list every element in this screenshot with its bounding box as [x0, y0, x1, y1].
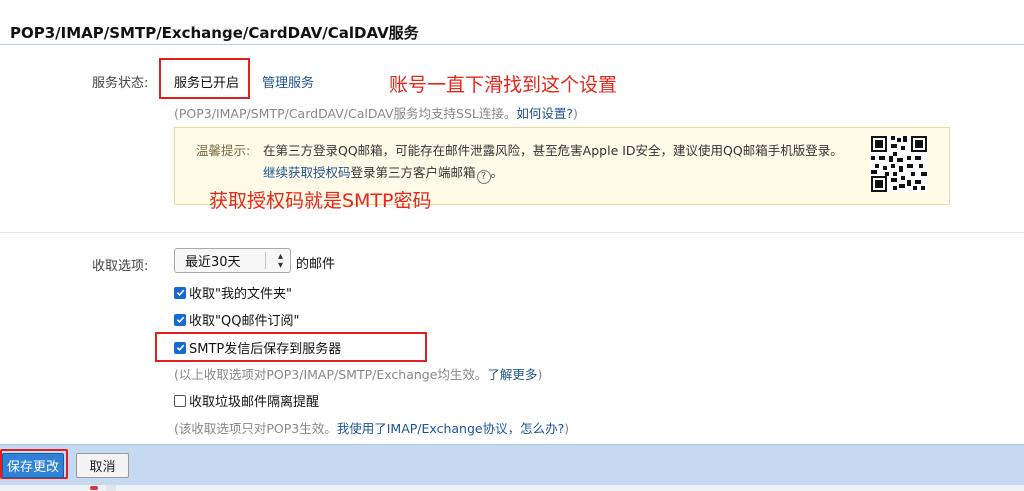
qq-subscription-label: 收取"QQ邮件订阅"	[189, 314, 300, 329]
section-divider	[0, 232, 1024, 233]
footer-bar	[0, 444, 1024, 484]
bottom-tab	[106, 485, 116, 491]
service-status-value: 服务已开启	[174, 76, 240, 91]
ssl-note-close: )	[573, 106, 578, 121]
ssl-note: (POP3/IMAP/SMTP/CardDAV/CalDAV服务均支持SSL连接…	[174, 103, 578, 122]
smtp-save-label: SMTP发信后保存到服务器	[189, 342, 342, 357]
scroll-hint-annotation: 账号一直下滑找到这个设置	[389, 74, 618, 96]
bottom-strip	[0, 484, 1024, 491]
service-status-label: 服务状态:	[92, 76, 149, 91]
how-to-setup-link[interactable]: 如何设置?	[516, 106, 573, 121]
select-divider	[265, 252, 266, 269]
receive-options-label: 收取选项:	[92, 259, 149, 274]
question-circle-icon[interactable]: ?	[476, 170, 491, 184]
save-button[interactable]: 保存更改	[2, 453, 64, 478]
option-spam-alert: 收取垃圾邮件隔离提醒	[174, 391, 319, 410]
warning-link-suffix: 登录第三方客户端邮箱	[350, 165, 476, 180]
imap-exchange-help-link[interactable]: 我使用了IMAP/Exchange协议，怎么办?	[337, 421, 565, 436]
auth-code-annotation: 获取授权码就是SMTP密码	[209, 190, 432, 212]
receive-range-suffix: 的邮件	[296, 257, 336, 272]
qr-code-icon	[871, 136, 927, 192]
receive-note-2-close: )	[564, 421, 570, 436]
receive-note-1-close: )	[537, 367, 543, 382]
spam-alert-checkbox[interactable]	[174, 394, 186, 407]
warning-label: 温馨提示:	[196, 143, 251, 158]
section-title: POP3/IMAP/SMTP/Exchange/CardDAV/CalDAV服务	[10, 24, 419, 42]
cancel-button[interactable]: 取消	[76, 453, 129, 478]
receive-note-1: (以上收取选项对POP3/IMAP/SMTP/Exchange均生效。了解更多)	[174, 364, 542, 383]
receive-note-1-text: (以上收取选项对POP3/IMAP/SMTP/Exchange均生效。	[174, 367, 488, 382]
my-folders-checkbox[interactable]	[174, 286, 186, 299]
get-auth-code-link[interactable]: 继续获取授权码	[263, 165, 351, 180]
my-folders-label: 收取"我的文件夹"	[189, 287, 292, 302]
receive-range-value: 最近30天	[185, 255, 241, 270]
ssl-note-text: (POP3/IMAP/SMTP/CardDAV/CalDAV服务均支持SSL连接…	[174, 106, 517, 121]
manage-service-link[interactable]: 管理服务	[262, 72, 314, 91]
option-qq-subscription: 收取"QQ邮件订阅"	[174, 310, 299, 329]
smtp-save-checkbox[interactable]	[174, 341, 186, 354]
spam-alert-label: 收取垃圾邮件隔离提醒	[189, 395, 320, 410]
warning-link-row: 继续获取授权码登录第三方客户端邮箱?。	[263, 165, 504, 184]
option-smtp-save: SMTP发信后保存到服务器	[174, 338, 341, 357]
updown-arrows-icon: ▴ ▾	[277, 251, 283, 271]
option-my-folders: 收取"我的文件夹"	[174, 283, 292, 302]
receive-note-2-text: (该收取选项只对POP3生效。	[174, 421, 337, 436]
receive-note-2: (该收取选项只对POP3生效。我使用了IMAP/Exchange协议，怎么办?)	[174, 418, 569, 437]
qq-subscription-checkbox[interactable]	[174, 313, 186, 326]
title-divider	[0, 44, 1024, 45]
bottom-marker	[90, 486, 98, 490]
warning-text: 在第三方登录QQ邮箱，可能存在邮件泄露风险，甚至危害Apple ID安全，建议使…	[263, 143, 843, 158]
learn-more-link[interactable]: 了解更多	[487, 367, 537, 382]
receive-range-select[interactable]: 最近30天 ▴ ▾	[174, 248, 291, 273]
